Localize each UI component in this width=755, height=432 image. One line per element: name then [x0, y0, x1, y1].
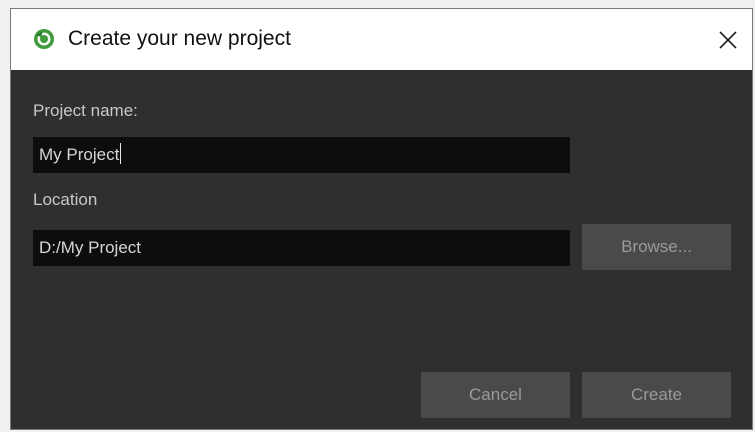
title-bar[interactable]: Create your new project: [11, 9, 752, 70]
close-icon: [719, 31, 737, 49]
text-caret: [120, 143, 122, 165]
app-logo-icon: [33, 28, 55, 50]
location-value: D:/My Project: [39, 238, 142, 257]
location-label: Location: [33, 190, 98, 209]
create-project-dialog: Create your new project Project name: My…: [10, 8, 753, 430]
window-title: Create your new project: [68, 27, 291, 50]
browse-button[interactable]: Browse...: [582, 224, 731, 270]
location-input[interactable]: D:/My Project: [33, 230, 570, 266]
project-name-value: My Project: [39, 145, 120, 164]
project-name-label: Project name:: [33, 101, 138, 120]
create-button[interactable]: Create: [582, 372, 731, 418]
close-button[interactable]: [702, 9, 752, 70]
cancel-button[interactable]: Cancel: [421, 372, 570, 418]
dialog-content: Project name: My Project Location D:/My …: [11, 70, 752, 429]
project-name-input[interactable]: My Project: [33, 137, 570, 173]
